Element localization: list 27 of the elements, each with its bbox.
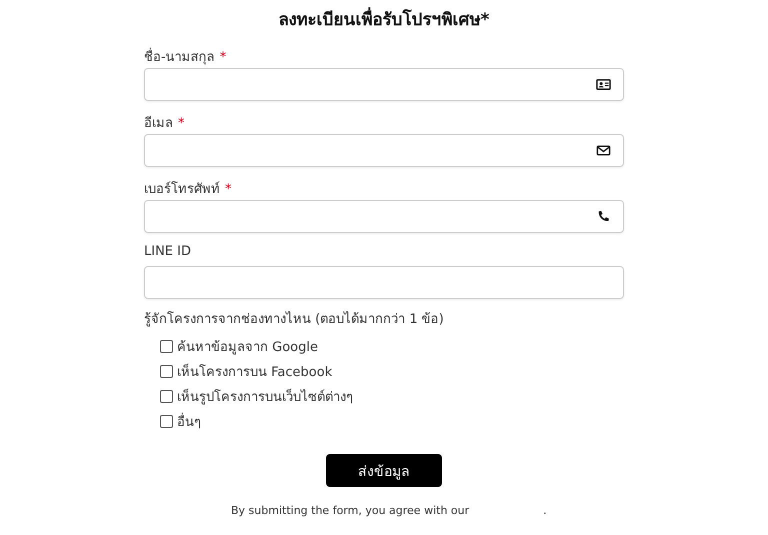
period: . bbox=[543, 504, 547, 517]
required-mark: * bbox=[225, 182, 232, 197]
input-field[interactable] bbox=[144, 266, 624, 299]
checkbox[interactable] bbox=[160, 365, 173, 378]
field-label: อีเมล bbox=[144, 114, 173, 133]
option-label: เห็นโครงการบน Facebook bbox=[177, 362, 332, 382]
required-mark: * bbox=[178, 116, 184, 131]
checkbox[interactable] bbox=[160, 340, 173, 353]
checkbox[interactable] bbox=[160, 390, 173, 403]
option-label: อื่นๆ bbox=[177, 411, 201, 432]
required-mark: * bbox=[220, 50, 226, 65]
phone-icon bbox=[596, 209, 611, 224]
input-field[interactable] bbox=[144, 134, 624, 167]
form-title: ลงทะเบียนเพื่อรับโปรฯพิเศษ* bbox=[144, 6, 624, 34]
option-label: เห็นรูปโครงการบนเว็บไซต์ต่างๆ bbox=[177, 388, 353, 407]
id-card-icon bbox=[596, 77, 611, 92]
mail-icon bbox=[596, 143, 611, 158]
checkbox[interactable] bbox=[160, 415, 173, 428]
question-label: รู้จักโครงการจากช่องทางไหน (ตอบได้มากกว่า 1 ข้อ) bbox=[144, 310, 445, 329]
field-label: LINE ID bbox=[144, 244, 191, 259]
submit-button[interactable]: ส่งข้อมูล bbox=[326, 454, 442, 487]
field-label: เบอร์โทรศัพท์ bbox=[144, 180, 220, 199]
agreement-text: By submitting the form, you agree with our bbox=[231, 504, 470, 517]
input-field[interactable] bbox=[144, 68, 624, 101]
field-label: ชื่อ-นามสกุล bbox=[144, 46, 215, 67]
option-label: ค้นหาข้อมูลจาก Google bbox=[177, 339, 318, 357]
input-field[interactable] bbox=[144, 200, 624, 233]
